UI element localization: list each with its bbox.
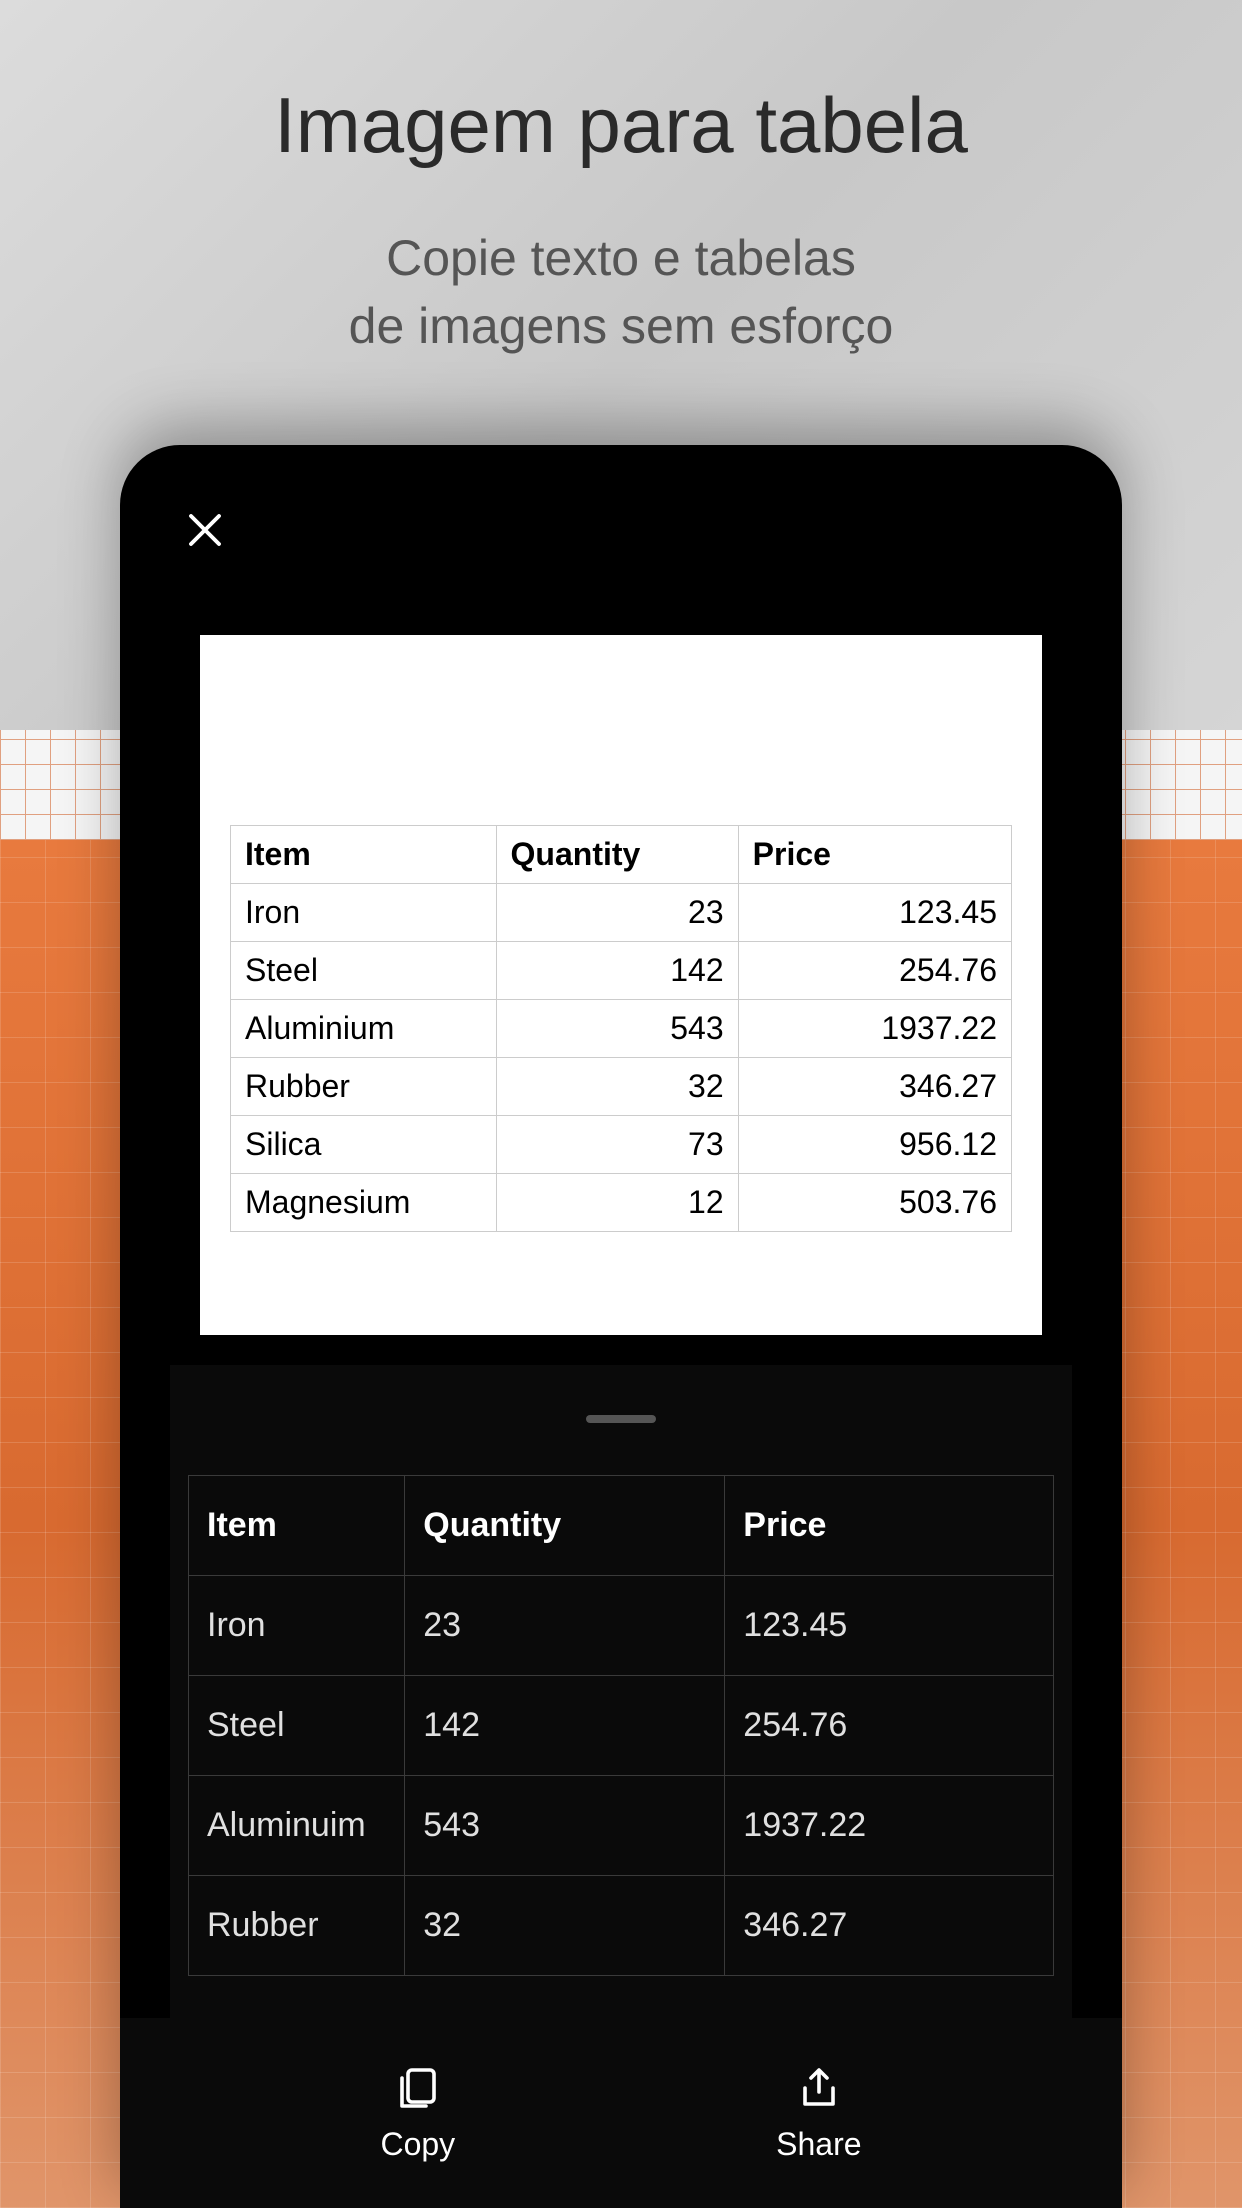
table-row: Aluminuim 543 1937.22 xyxy=(189,1776,1054,1876)
cell-quantity[interactable]: 142 xyxy=(405,1676,725,1776)
cell-quantity[interactable]: 32 xyxy=(405,1876,725,1976)
cell-quantity: 32 xyxy=(496,1058,738,1116)
cell-quantity: 73 xyxy=(496,1116,738,1174)
hero-title: Imagem para tabela xyxy=(0,80,1242,171)
scanned-table: Item Quantity Price Iron 23 123.45 Steel… xyxy=(230,825,1012,1232)
extracted-result-table: Item Quantity Price Iron 23 123.45 Steel… xyxy=(188,1475,1054,1976)
cell-price: 123.45 xyxy=(738,884,1011,942)
header-price: Price xyxy=(738,826,1011,884)
close-icon xyxy=(184,509,226,551)
copy-button-label: Copy xyxy=(380,2126,455,2163)
device-frame: Item Quantity Price Iron 23 123.45 Steel… xyxy=(120,445,1122,2208)
table-row: Steel 142 254.76 xyxy=(189,1676,1054,1776)
cell-price: 956.12 xyxy=(738,1116,1011,1174)
close-button[interactable] xyxy=(175,500,235,560)
cell-quantity: 12 xyxy=(496,1174,738,1232)
table-header-row: Item Quantity Price xyxy=(231,826,1012,884)
header-item[interactable]: Item xyxy=(189,1476,405,1576)
table-row: Steel 142 254.76 xyxy=(231,942,1012,1000)
cell-price: 254.76 xyxy=(738,942,1011,1000)
table-header-row: Item Quantity Price xyxy=(189,1476,1054,1576)
cell-quantity: 142 xyxy=(496,942,738,1000)
table-row: Iron 23 123.45 xyxy=(231,884,1012,942)
cell-item[interactable]: Iron xyxy=(189,1576,405,1676)
cell-price[interactable]: 254.76 xyxy=(725,1676,1054,1776)
table-row: Magnesium 12 503.76 xyxy=(231,1174,1012,1232)
extracted-result-panel: Item Quantity Price Iron 23 123.45 Steel… xyxy=(170,1365,1072,2058)
hero-subtitle-line2: de imagens sem esforço xyxy=(349,298,894,354)
cell-quantity: 23 xyxy=(496,884,738,942)
share-button-label: Share xyxy=(776,2126,861,2163)
share-icon xyxy=(795,2064,843,2112)
copy-icon xyxy=(394,2064,442,2112)
table-row: Silica 73 956.12 xyxy=(231,1116,1012,1174)
cell-price[interactable]: 123.45 xyxy=(725,1576,1054,1676)
cell-item[interactable]: Steel xyxy=(189,1676,405,1776)
cell-item: Steel xyxy=(231,942,497,1000)
header-quantity: Quantity xyxy=(496,826,738,884)
cell-item: Silica xyxy=(231,1116,497,1174)
cell-price: 503.76 xyxy=(738,1174,1011,1232)
drawer-handle[interactable] xyxy=(586,1415,656,1423)
cell-price[interactable]: 1937.22 xyxy=(725,1776,1054,1876)
cell-price[interactable]: 346.27 xyxy=(725,1876,1054,1976)
table-row: Rubber 32 346.27 xyxy=(231,1058,1012,1116)
table-row: Rubber 32 346.27 xyxy=(189,1876,1054,1976)
bottom-action-bar: Copy Share xyxy=(120,2018,1122,2208)
cell-quantity: 543 xyxy=(496,1000,738,1058)
table-row: Iron 23 123.45 xyxy=(189,1576,1054,1676)
cell-price: 346.27 xyxy=(738,1058,1011,1116)
cell-price: 1937.22 xyxy=(738,1000,1011,1058)
table-row: Aluminium 543 1937.22 xyxy=(231,1000,1012,1058)
header-item: Item xyxy=(231,826,497,884)
cell-quantity[interactable]: 543 xyxy=(405,1776,725,1876)
share-button[interactable]: Share xyxy=(776,2064,861,2163)
cell-item[interactable]: Rubber xyxy=(189,1876,405,1976)
header-quantity[interactable]: Quantity xyxy=(405,1476,725,1576)
cell-item[interactable]: Aluminuim xyxy=(189,1776,405,1876)
header-price[interactable]: Price xyxy=(725,1476,1054,1576)
cell-item: Magnesium xyxy=(231,1174,497,1232)
cell-item: Aluminium xyxy=(231,1000,497,1058)
hero-subtitle: Copie texto e tabelas de imagens sem esf… xyxy=(0,225,1242,360)
cell-item: Rubber xyxy=(231,1058,497,1116)
cell-quantity[interactable]: 23 xyxy=(405,1576,725,1676)
hero-subtitle-line1: Copie texto e tabelas xyxy=(386,230,856,286)
scanned-document-preview: Item Quantity Price Iron 23 123.45 Steel… xyxy=(200,635,1042,1335)
copy-button[interactable]: Copy xyxy=(380,2064,455,2163)
cell-item: Iron xyxy=(231,884,497,942)
